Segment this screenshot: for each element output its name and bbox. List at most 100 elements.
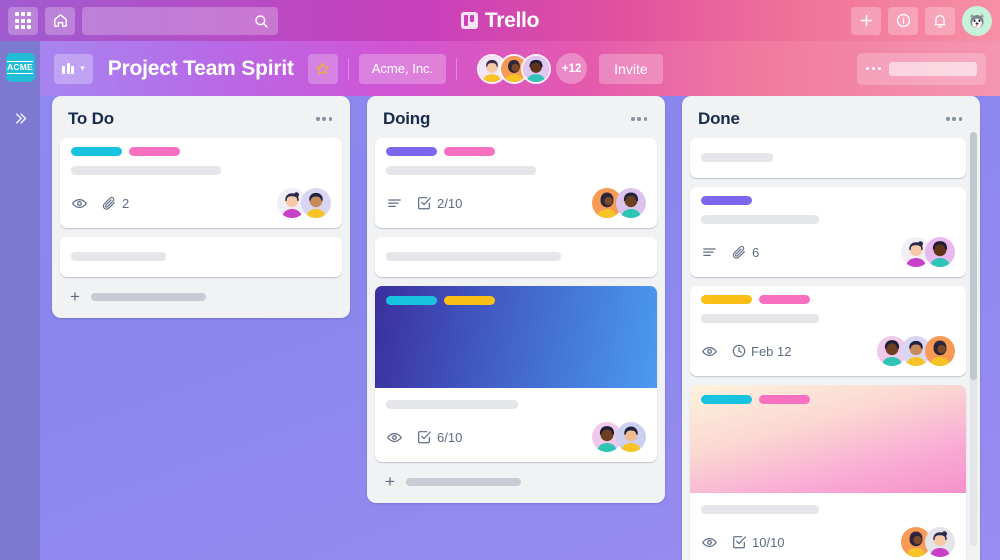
card-badges: 6/10 [386, 429, 462, 446]
card-label-cyan[interactable] [386, 296, 437, 305]
card-label-pink[interactable] [444, 147, 495, 156]
avatar-illustration [616, 422, 646, 452]
list-done: Done 6 Feb 12 10/10 [682, 96, 980, 560]
info-button[interactable] [888, 6, 918, 35]
add-card-placeholder [405, 477, 521, 486]
card[interactable]: Feb 12 [690, 286, 966, 376]
list-doing: Doing 2/10 6/10 + [367, 96, 665, 503]
board-canvas: To Do 2 + Doing 2/10 6/10 + Done 6 Feb 1… [40, 96, 1000, 560]
list-menu-button[interactable] [627, 113, 651, 124]
card-body [375, 237, 657, 277]
watch-badge [386, 429, 403, 446]
account-avatar[interactable] [962, 5, 992, 36]
card-badges: Feb 12 [701, 343, 791, 360]
card-footer: Feb 12 [701, 336, 955, 366]
invite-button[interactable]: Invite [599, 53, 663, 84]
card-member-avatar[interactable] [925, 336, 955, 366]
card[interactable]: 10/10 [690, 385, 966, 560]
workspace-logo[interactable]: ACME [5, 53, 35, 82]
avatar-illustration [301, 188, 331, 218]
attachment-badge: 6 [731, 244, 759, 260]
card-label-purple[interactable] [701, 196, 752, 205]
card-member-avatar[interactable] [616, 422, 646, 452]
card-member-avatar[interactable] [616, 188, 646, 218]
card-footer: 6 [701, 237, 955, 267]
card-body [690, 138, 966, 178]
card-label-yellow[interactable] [701, 295, 752, 304]
list-to-do: To Do 2 + [52, 96, 350, 318]
list-title: Doing [383, 109, 431, 128]
list-title: To Do [68, 109, 114, 128]
card-label-yellow[interactable] [444, 296, 495, 305]
watch-badge [701, 343, 718, 360]
card-label-pink[interactable] [759, 295, 810, 304]
ellipsis-icon [866, 66, 881, 71]
card-footer: 2 [71, 188, 331, 218]
card[interactable] [375, 237, 657, 277]
card-member-avatar[interactable] [301, 188, 331, 218]
list-menu-button[interactable] [312, 113, 336, 124]
card-title-placeholder [71, 166, 221, 175]
eye-icon [702, 537, 717, 547]
create-button[interactable] [851, 6, 881, 35]
apps-grid-button[interactable] [8, 6, 38, 35]
checklist-badge: 2/10 [416, 195, 462, 211]
card-labels [701, 196, 955, 205]
star-icon [316, 62, 329, 75]
avatar-illustration [523, 55, 550, 82]
card-label-pink[interactable] [129, 147, 180, 156]
due-date-text: Feb 12 [751, 343, 792, 359]
card[interactable]: 2/10 [375, 138, 657, 228]
checklist-icon [418, 431, 431, 444]
checklist-badge: 6/10 [416, 429, 462, 445]
card-title-placeholder [386, 252, 561, 261]
avatar-illustration [616, 188, 646, 218]
list-scrollbar-track[interactable] [970, 132, 977, 546]
card-members [592, 422, 646, 452]
search-input[interactable] [91, 14, 251, 27]
star-board-button[interactable] [307, 53, 338, 84]
grid-apps-icon [14, 12, 32, 29]
board-view-switcher[interactable]: ▾ [54, 53, 93, 84]
home-icon [53, 14, 67, 27]
attachment-count: 2 [122, 195, 130, 211]
board-menu-placeholder [889, 61, 977, 76]
description-icon [388, 198, 401, 207]
card[interactable]: 2 [60, 138, 342, 228]
card-label-cyan[interactable] [701, 395, 752, 404]
notifications-button[interactable] [925, 6, 955, 35]
card[interactable]: 6 [690, 187, 966, 277]
organization-chip[interactable]: Acme, Inc. [358, 53, 447, 84]
search-box[interactable] [82, 6, 278, 35]
card-member-avatar[interactable] [925, 527, 955, 557]
card[interactable] [690, 138, 966, 178]
card-members [901, 237, 955, 267]
home-button[interactable] [45, 6, 75, 35]
board-members-overflow[interactable]: +12 [556, 53, 588, 84]
card-member-avatar[interactable] [925, 237, 955, 267]
card-body: 6 [690, 187, 966, 277]
top-nav-actions [851, 5, 992, 36]
card-cover-pink-gradient [690, 385, 966, 493]
watch-badge [71, 195, 88, 212]
paperclip-icon [102, 196, 115, 210]
card-label-pink[interactable] [759, 395, 810, 404]
add-card-doing[interactable]: + [375, 462, 657, 497]
dog-avatar-icon [965, 8, 989, 33]
attachment-count: 6 [752, 244, 760, 260]
card-body [60, 237, 342, 277]
card[interactable]: 6/10 [375, 286, 657, 462]
brand-name: Trello [484, 8, 540, 32]
board-member-avatar-3[interactable] [521, 53, 552, 84]
card-title-placeholder [701, 215, 819, 224]
add-card-to-do[interactable]: + [60, 277, 342, 312]
sidebar-expand-button[interactable] [13, 111, 28, 129]
list-menu-button[interactable] [942, 113, 966, 124]
eye-icon [702, 346, 717, 356]
eye-icon [72, 198, 87, 208]
board-menu-group[interactable] [857, 52, 986, 85]
card-label-cyan[interactable] [71, 147, 122, 156]
card[interactable] [60, 237, 342, 277]
card-label-purple[interactable] [386, 147, 437, 156]
list-scrollbar-thumb[interactable] [970, 132, 977, 381]
